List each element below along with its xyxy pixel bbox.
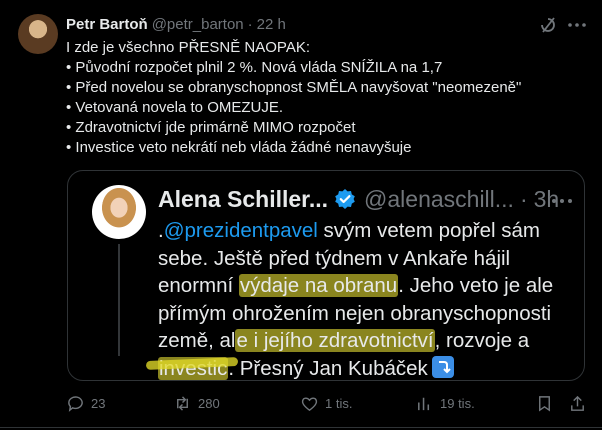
text-segment: svým vetem popřel sám [317,219,541,242]
more-icon[interactable] [566,15,588,35]
tweet-line: • Před novelou se obranyschopnost SMĚLA … [66,79,522,96]
separator-dot: · [247,15,253,33]
quoted-line: přímým ohrožením nejen obranyschopnosti [158,301,552,325]
text-segment: země, al [158,329,236,352]
highlighted-text: e i jejího zdravotnictví [235,329,435,352]
reply-count: 23 [91,396,106,411]
tweet-line: • Vetovaná novela to OMEZUJE. [66,99,284,116]
repost-icon [177,396,188,411]
views-button[interactable]: 19 tis. [415,394,475,413]
bookmark-icon [539,396,550,412]
author-name[interactable]: Petr Bartoň [66,16,148,33]
tweet-line: I zde je všechno PŘESNĚ NAOPAK: [66,39,310,56]
text-segment: . Jeho veto je ale [398,274,554,297]
bookmark-button[interactable] [535,394,554,413]
text-segment: enormní [158,274,239,297]
quoted-line: sebe. Ještě před týdnem v Ankaře hájil [158,246,511,270]
grok-icon[interactable] [538,15,558,35]
quoted-line: země, ale i jejího zdravotnictví, rozvoj… [158,327,578,355]
quoted-line: enormní výdaje na obranu. Jeho veto je a… [158,272,578,300]
views-icon [418,397,430,411]
divider [0,427,602,428]
tweet-line: • Původní rozpočet plnil 2 %. Nová vláda… [66,59,443,76]
quoted-avatar[interactable] [92,185,146,239]
timestamp[interactable]: 22 h [257,16,286,33]
highlighted-text: výdaje na obranu [238,274,399,297]
author-handle[interactable]: @petr_barton [152,16,244,33]
avatar[interactable] [18,14,58,54]
repost-button[interactable]: 280 [173,394,220,413]
reply-button[interactable]: 23 [66,394,105,413]
action-bar: 23 280 1 tis. 19 tis. [66,394,590,416]
quoted-line: .@prezidentpavel svým vetem popřel sám [158,217,578,245]
tweet-line: • Investice veto nekrátí neb vláda žádné… [66,139,412,156]
thread-line [118,244,120,356]
like-button[interactable]: 1 tis. [300,394,352,413]
tweet-text: I zde je všechno PŘESNĚ NAOPAK: • Původn… [66,38,586,158]
share-icon [571,395,584,411]
arrow-curving-down-icon [431,355,454,378]
mention-link[interactable]: @prezidentpavel [164,219,318,242]
share-button[interactable] [568,394,587,413]
tweet-header: Petr Bartoň @petr_barton · 22 h [66,14,286,34]
heart-icon [301,397,318,412]
views-count: 19 tis. [440,396,475,411]
reply-icon [68,396,83,412]
quoted-text: .@prezidentpavel svým vetem popřel sám s… [158,217,578,380]
tweet-line: • Zdravotnictví jde primárně MIMO rozpoč… [66,119,356,136]
more-icon[interactable] [550,191,574,211]
quoted-header: Alena Schiller... @alenaschill... · 3h [158,183,559,215]
separator-dot: · [519,185,528,212]
text-segment: . Přesný Jan Kubáček [228,356,428,380]
like-count: 1 tis. [325,396,353,411]
quoted-author-name[interactable]: Alena Schiller... [158,186,328,213]
quoted-tweet[interactable]: Alena Schiller... @alenaschill... · 3h .… [67,170,585,381]
tweet[interactable]: Petr Bartoň @petr_barton · 22 h I zde je… [0,0,602,430]
verified-badge-icon [335,189,355,209]
repost-count: 280 [198,396,220,411]
text-segment: , rozvoje a [434,329,530,352]
quoted-author-handle[interactable]: @alenaschill... [364,186,514,213]
